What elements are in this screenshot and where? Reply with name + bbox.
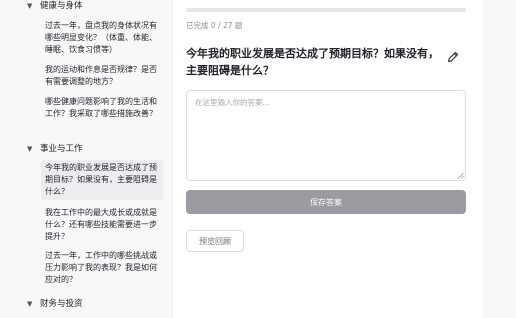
chevron-down-icon: ▼ [27, 300, 33, 308]
group-header-finance[interactable]: ▼ 财务与投资 [27, 298, 83, 310]
chevron-down-icon: ▼ [27, 2, 33, 10]
chevron-down-icon: ▼ [27, 145, 33, 153]
sidebar-item[interactable]: 过去一年，盘点我的身体状况有哪些明显变化？（体重、体能、睡眠、饮食习惯等） [41, 18, 163, 58]
resize-handle-icon[interactable] [457, 172, 464, 179]
preview-review-button[interactable]: 预览回顾 [186, 230, 244, 252]
sidebar-item-label: 哪些健康问题影响了我的生活和工作？我采取了哪些措施改善？ [45, 97, 157, 118]
sidebar-item[interactable]: 我在工作中的最大成长或成就是什么？还有哪些技能需要进一步提升？ [41, 205, 163, 245]
group-title: 健康与身体 [40, 1, 83, 11]
group-header-career[interactable]: ▼ 事业与工作 [27, 143, 83, 155]
progress-bar [186, 8, 466, 12]
sidebar-item[interactable]: 过去一年，工作中的哪些挑战或压力影响了我的表现？我是如何应对的？ [41, 248, 163, 288]
sidebar-item-label: 过去一年，工作中的哪些挑战或压力影响了我的表现？我是如何应对的？ [45, 251, 157, 284]
sidebar-item[interactable]: 我的运动和作息是否规律？是否有需要调整的地方？ [41, 62, 163, 90]
group-title: 财务与投资 [40, 299, 83, 309]
question-card: 已完成 0 / 27 题 今年我的职业发展是否达成了预期目标？如果没有，主要阻碍… [173, 0, 483, 318]
group-title: 事业与工作 [40, 144, 83, 154]
sidebar-item-label: 过去一年，盘点我的身体状况有哪些明显变化？（体重、体能、睡眠、饮食习惯等） [45, 21, 157, 54]
question-title: 今年我的职业发展是否达成了预期目标？如果没有，主要阻碍是什么？ [186, 47, 439, 77]
save-answer-button[interactable]: 保存答案 [186, 190, 466, 214]
sidebar-item[interactable]: 哪些健康问题影响了我的生活和工作？我采取了哪些措施改善？ [41, 94, 163, 122]
pencil-icon[interactable] [446, 50, 460, 64]
answer-input[interactable] [186, 90, 466, 181]
sidebar-item-label: 我的运动和作息是否规律？是否有需要调整的地方？ [45, 65, 157, 86]
sidebar: ▼ 健康与身体 过去一年，盘点我的身体状况有哪些明显变化？（体重、体能、睡眠、饮… [0, 0, 172, 318]
progress-text: 已完成 0 / 27 题 [186, 21, 243, 30]
main-panel: 已完成 0 / 27 题 今年我的职业发展是否达成了预期目标？如果没有，主要阻碍… [173, 0, 516, 318]
sidebar-item-active[interactable]: 今年我的职业发展是否达成了预期目标？如果没有，主要阻碍是什么？ [41, 160, 163, 200]
sidebar-item-label: 今年我的职业发展是否达成了预期目标？如果没有，主要阻碍是什么？ [45, 163, 157, 196]
group-header-health[interactable]: ▼ 健康与身体 [27, 0, 83, 12]
sidebar-item-label: 我在工作中的最大成长或成就是什么？还有哪些技能需要进一步提升？ [45, 208, 157, 241]
